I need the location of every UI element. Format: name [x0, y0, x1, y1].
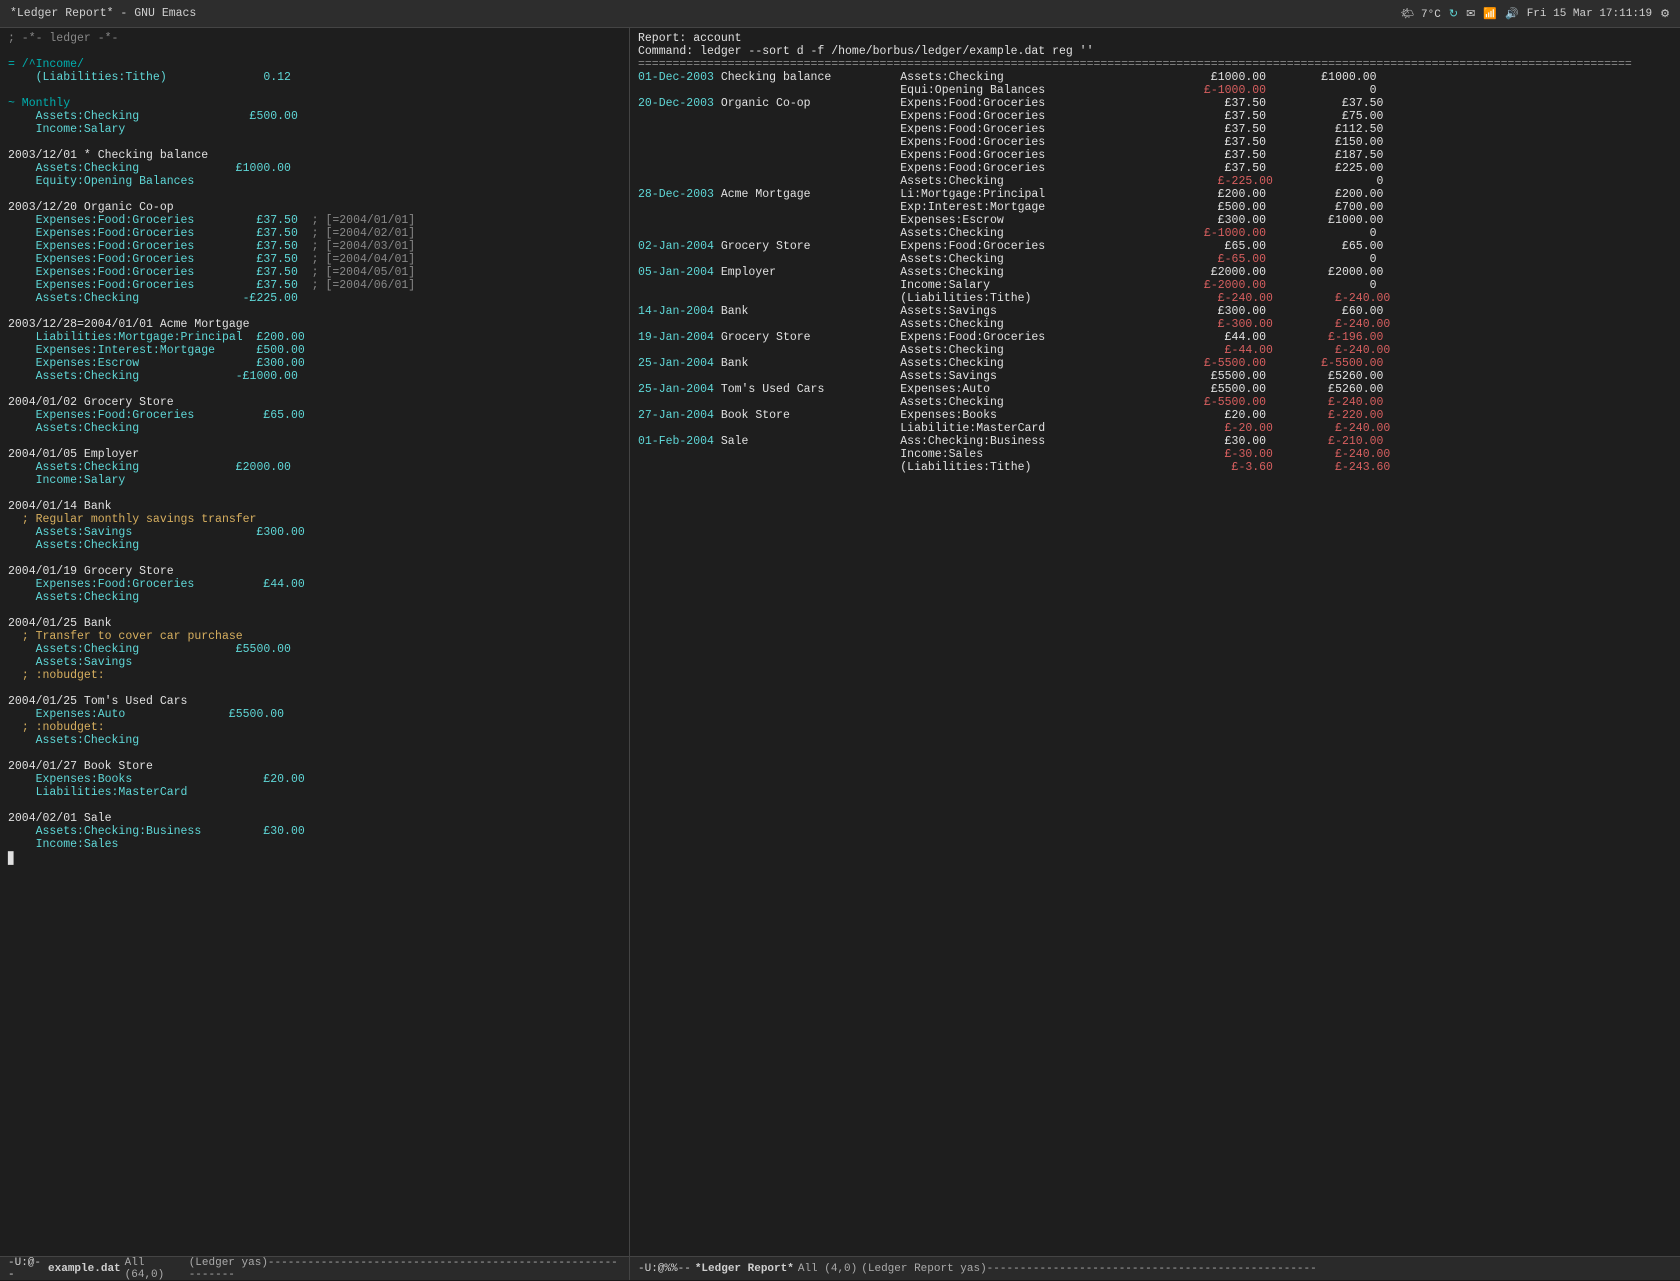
window-title: *Ledger Report* - GNU Emacs [10, 7, 196, 20]
right-mode2: (Ledger Report yas)---------------------… [861, 1263, 1316, 1275]
sound-icon: 🔊 [1505, 7, 1519, 21]
right-mode: -U:@%%-- [638, 1263, 691, 1275]
left-filename: example.dat [48, 1263, 121, 1275]
signal-icon: 📶 [1483, 7, 1497, 21]
left-mode2: (Ledger yas)----------------------------… [189, 1257, 621, 1281]
main-container: ; -*- ledger -*- = /^Income/ (Liabilitie… [0, 28, 1680, 1256]
left-position: All (64,0) [125, 1257, 185, 1281]
title-bar: *Ledger Report* - GNU Emacs 🌤 7°C ↻ ✉ 📶 … [0, 0, 1680, 28]
right-pane[interactable]: Report: account Command: ledger --sort d… [630, 28, 1680, 1256]
right-position: All (4,0) [798, 1263, 857, 1275]
left-pane[interactable]: ; -*- ledger -*- = /^Income/ (Liabilitie… [0, 28, 630, 1256]
weather-display: 🌤 7°C [1400, 7, 1440, 21]
settings-icon: ⚙ [1660, 7, 1670, 21]
mail-icon: ✉ [1466, 7, 1475, 21]
status-bar: -U:@-- example.dat All (64,0) (Ledger ya… [0, 1256, 1680, 1280]
status-bar-right: -U:@%%-- *Ledger Report* All (4,0) (Ledg… [630, 1257, 1680, 1280]
status-bar-left: -U:@-- example.dat All (64,0) (Ledger ya… [0, 1257, 630, 1280]
time-display: Fri 15 Mar 17:11:19 [1527, 8, 1652, 20]
right-header: Report: account Command: ledger --sort d… [638, 32, 1672, 474]
left-mode: -U:@-- [8, 1257, 44, 1281]
reload-icon: ↻ [1449, 7, 1458, 21]
title-bar-right: 🌤 7°C ↻ ✉ 📶 🔊 Fri 15 Mar 17:11:19 ⚙ [1400, 7, 1670, 21]
left-content: ; -*- ledger -*- = /^Income/ (Liabilitie… [8, 32, 621, 866]
right-filename: *Ledger Report* [695, 1263, 794, 1275]
